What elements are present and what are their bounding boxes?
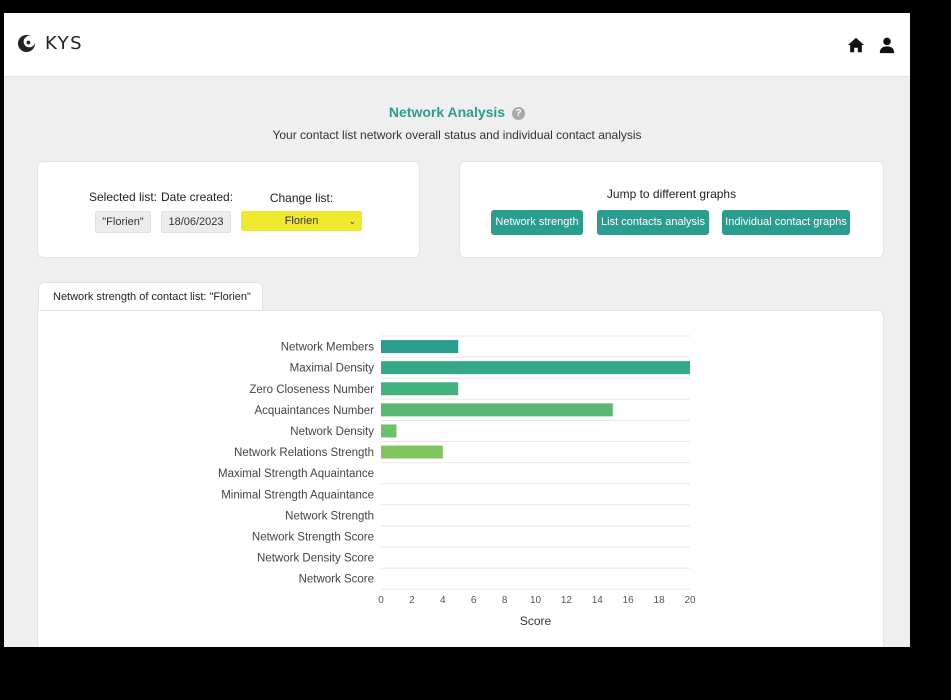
y-tick-label: Network Density bbox=[290, 426, 374, 438]
bar bbox=[381, 340, 459, 354]
selected-list-label: Selected list: bbox=[88, 190, 158, 204]
page-title: Network Analysis? bbox=[4, 104, 910, 120]
x-tick-label: 14 bbox=[592, 595, 604, 606]
x-tick-label: 12 bbox=[561, 595, 573, 606]
x-tick-label: 2 bbox=[409, 595, 415, 606]
y-tick-label: Network Strength bbox=[285, 510, 374, 522]
y-tick-label: Minimal Strength Aquaintance bbox=[221, 489, 374, 501]
x-tick-label: 20 bbox=[684, 595, 696, 606]
selected-list-field: Selected list: "Florien" bbox=[88, 190, 158, 233]
list-contacts-analysis-button[interactable]: List contacts analysis bbox=[597, 210, 709, 235]
y-tick-label: Network Members bbox=[281, 342, 375, 354]
change-list-select[interactable]: Florien ⌄ bbox=[241, 211, 362, 231]
network-strength-button[interactable]: Network strength bbox=[491, 210, 583, 235]
chevron-down-icon: ⌄ bbox=[348, 216, 356, 226]
list-info-card: Selected list: "Florien" Date created: 1… bbox=[37, 161, 420, 258]
x-tick-label: 18 bbox=[654, 595, 666, 606]
help-icon[interactable]: ? bbox=[512, 107, 526, 120]
x-tick-label: 0 bbox=[378, 595, 384, 606]
logo-icon bbox=[17, 34, 36, 53]
x-tick-label: 4 bbox=[440, 595, 446, 606]
bar bbox=[381, 403, 613, 417]
change-list-selected-value: Florien bbox=[284, 215, 319, 227]
y-tick-label: Network Score bbox=[299, 574, 374, 586]
tab-network-strength[interactable]: Network strength of contact list: "Flori… bbox=[38, 282, 263, 312]
bar bbox=[381, 382, 459, 396]
network-strength-chart: Network Members Maximal Density Zero Close… bbox=[218, 335, 696, 628]
bar bbox=[381, 424, 397, 438]
y-tick-label: Zero Closeness Number bbox=[249, 384, 374, 396]
home-icon[interactable] bbox=[847, 36, 865, 54]
bar bbox=[381, 361, 690, 375]
page-title-text: Network Analysis bbox=[388, 104, 506, 120]
bar bbox=[381, 445, 443, 459]
tab-label-prefix: Network strength of contact list: bbox=[53, 291, 207, 303]
y-tick-label: Network Strength Score bbox=[252, 531, 374, 543]
app-window: KYS Network Analysis? Your contact list … bbox=[4, 13, 910, 660]
individual-contact-graphs-button[interactable]: Individual contact graphs bbox=[722, 210, 850, 235]
y-tick-label: Network Relations Strength bbox=[234, 447, 374, 459]
date-created-label: Date created: bbox=[161, 190, 234, 204]
jump-card: Jump to different graphs Network strengt… bbox=[459, 161, 884, 258]
x-tick-label: 10 bbox=[530, 595, 542, 606]
y-tick-label: Acquaintances Number bbox=[254, 405, 374, 417]
x-tick-label: 16 bbox=[623, 595, 635, 606]
date-created-value: 18/06/2023 bbox=[161, 211, 231, 233]
x-tick-label: 6 bbox=[471, 595, 477, 606]
user-icon[interactable] bbox=[878, 36, 896, 54]
y-tick-label: Maximal Density bbox=[290, 363, 375, 375]
tab-label-list: "Florien" bbox=[206, 291, 251, 303]
change-list-label: Change list: bbox=[269, 191, 334, 205]
brand-logo[interactable]: KYS bbox=[17, 33, 83, 54]
y-tick-label: Maximal Strength Aquaintance bbox=[218, 468, 374, 480]
x-axis-label: Score bbox=[520, 614, 552, 628]
x-tick-label: 8 bbox=[502, 595, 508, 606]
brand-name: KYS bbox=[45, 33, 84, 54]
background-shadow bbox=[0, 647, 951, 700]
change-list-field: Change list: bbox=[254, 191, 349, 205]
date-created-field: Date created: 18/06/2023 bbox=[161, 190, 234, 233]
selected-list-value: "Florien" bbox=[95, 211, 151, 233]
chart-card: Network Members Maximal Density Zero Close… bbox=[37, 310, 884, 650]
y-tick-label: Network Density Score bbox=[257, 553, 374, 565]
jump-title: Jump to different graphs bbox=[606, 187, 737, 201]
top-navbar: KYS bbox=[4, 13, 910, 77]
page-subtitle: Your contact list network overall status… bbox=[272, 128, 642, 142]
